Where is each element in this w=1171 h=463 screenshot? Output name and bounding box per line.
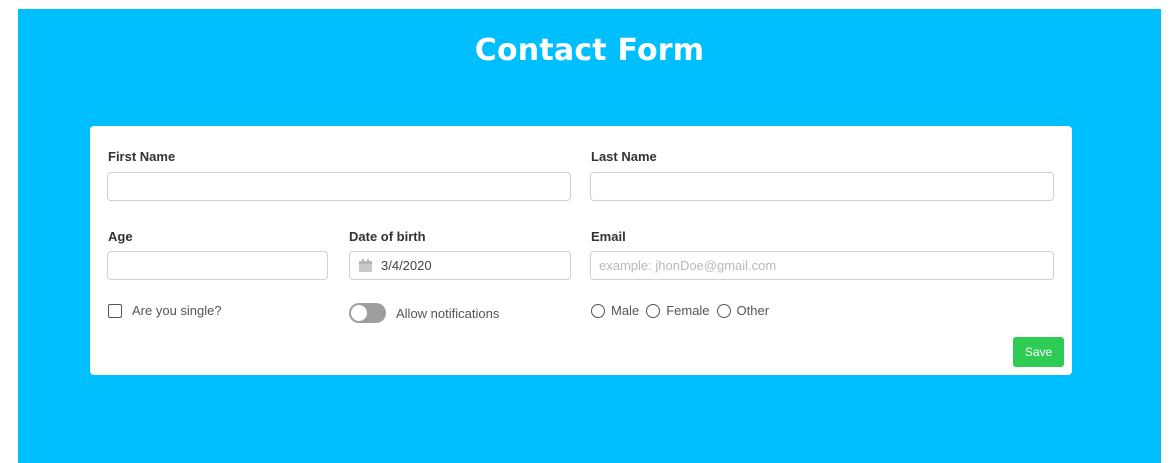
contact-form-panel: Contact Form First Name Last Name Age Da… — [18, 9, 1161, 463]
gender-radio-group: Male Female Other — [591, 303, 776, 318]
email-label: Email — [591, 229, 626, 244]
radio-other-label: Other — [736, 303, 770, 318]
last-name-field[interactable] — [590, 172, 1054, 201]
notifications-label: Allow notifications — [396, 305, 500, 321]
email-field[interactable] — [590, 251, 1054, 280]
date-of-birth-value: 3/4/2020 — [381, 258, 432, 273]
date-of-birth-field[interactable]: 3/4/2020 — [349, 251, 571, 280]
page-title: Contact Form — [474, 33, 705, 68]
age-field[interactable] — [107, 251, 328, 280]
single-checkbox[interactable] — [108, 303, 122, 318]
first-name-field[interactable] — [107, 172, 571, 201]
notifications-toggle-row[interactable]: Allow notifications — [349, 303, 499, 323]
single-checkbox-row[interactable]: Are you single? — [108, 303, 222, 318]
age-label: Age — [108, 229, 133, 244]
radio-other[interactable] — [716, 303, 731, 318]
date-of-birth-label: Date of birth — [349, 229, 426, 244]
radio-male[interactable] — [591, 303, 605, 318]
first-name-label: First Name — [108, 149, 176, 164]
save-button[interactable]: Save — [1013, 337, 1064, 367]
calendar-icon — [359, 259, 372, 272]
radio-male-label: Male — [611, 303, 640, 318]
toggle-knob — [351, 305, 367, 321]
last-name-label: Last Name — [591, 149, 657, 164]
notifications-toggle[interactable] — [349, 303, 386, 323]
form-card: First Name Last Name Age Date of birth 3… — [90, 126, 1072, 375]
radio-female-label: Female — [666, 303, 710, 318]
single-checkbox-label: Are you single? — [132, 303, 222, 318]
radio-female[interactable] — [646, 303, 661, 318]
